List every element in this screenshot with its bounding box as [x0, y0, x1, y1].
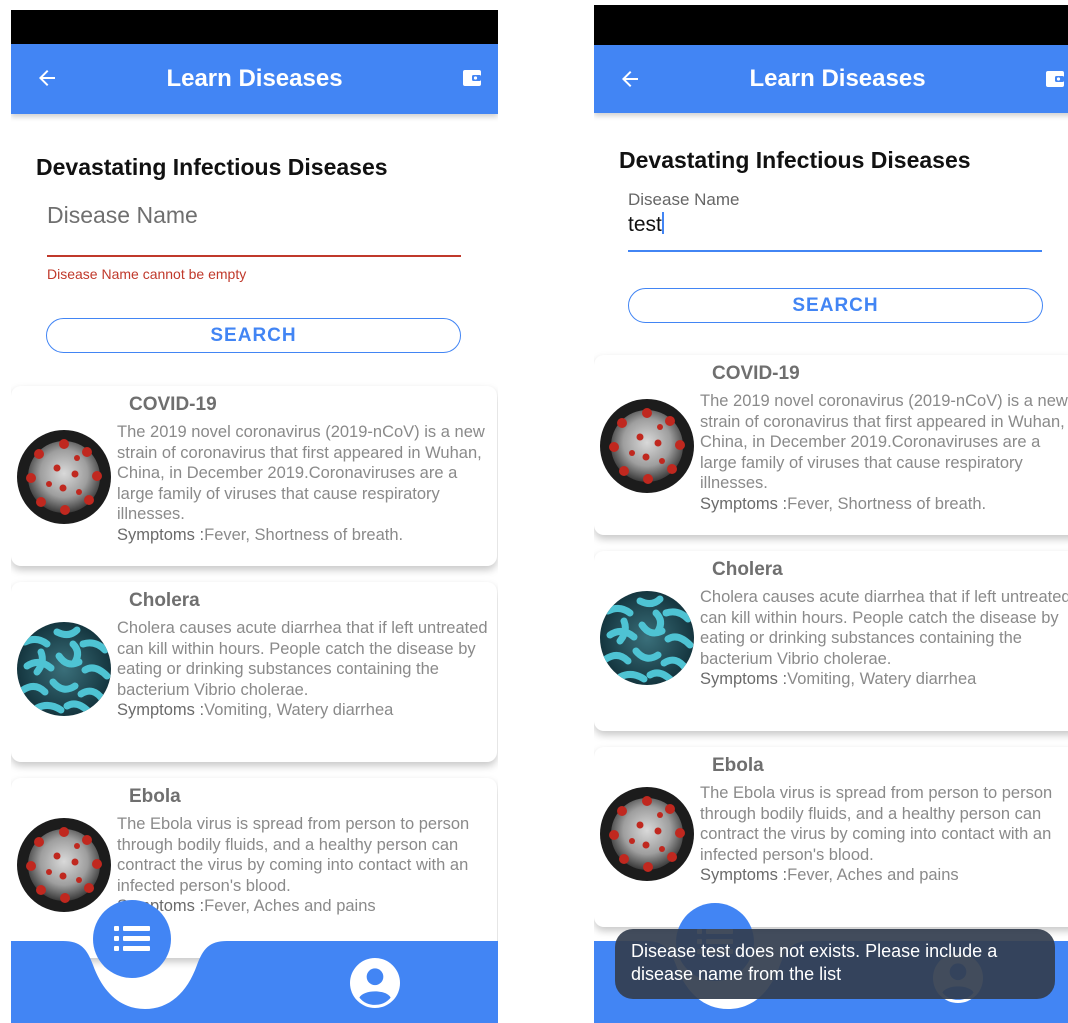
- coronavirus-image: [600, 787, 694, 881]
- list-icon: [114, 926, 150, 951]
- vibrio-bacteria-image: [600, 591, 694, 685]
- disease-description: The 2019 novel coronavirus (2019-nCoV) i…: [700, 391, 1068, 514]
- page-title: Learn Diseases: [749, 65, 926, 92]
- search-button[interactable]: SEARCH: [628, 288, 1043, 323]
- disease-card-covid[interactable]: COVID-19 The 2019 novel coronavirus (201…: [594, 355, 1068, 535]
- disease-name-input[interactable]: Disease Name test: [628, 190, 1042, 255]
- account-circle-icon[interactable]: [350, 958, 400, 1008]
- text-caret: [661, 212, 664, 234]
- disease-description: The Ebola virus is spread from person to…: [117, 814, 489, 917]
- coronavirus-image: [17, 818, 111, 912]
- section-heading: Devastating Infectious Diseases: [36, 154, 388, 180]
- disease-name: COVID-19: [129, 394, 217, 415]
- disease-name-input[interactable]: Disease Name: [47, 202, 461, 262]
- symptoms-text: Fever, Shortness of breath.: [787, 494, 987, 513]
- disease-description: The Ebola virus is spread from person to…: [700, 783, 1068, 886]
- phone-screen-empty-error: Learn Diseases Devastating Infectious Di…: [11, 10, 498, 1023]
- disease-card-covid[interactable]: COVID-19 The 2019 novel coronavirus (201…: [11, 386, 497, 566]
- description-text: Cholera causes acute diarrhea that if le…: [700, 588, 1068, 668]
- input-underline-error: [47, 255, 461, 257]
- symptoms-label: Symptoms :: [117, 701, 205, 719]
- disease-card-ebola[interactable]: Ebola The Ebola virus is spread from per…: [594, 747, 1068, 927]
- vibrio-bacteria-image: [17, 622, 111, 716]
- symptoms-label: Symptoms :: [117, 525, 205, 544]
- disease-card-ebola[interactable]: Ebola The Ebola virus is spread from per…: [11, 778, 497, 958]
- coronavirus-image: [17, 430, 111, 524]
- input-underline-focused: [628, 250, 1042, 252]
- disease-description: Cholera causes acute diarrhea that if le…: [700, 587, 1068, 690]
- disease-name-value: test: [628, 212, 1042, 237]
- description-text: The 2019 novel coronavirus (2019-nCoV) i…: [117, 423, 485, 523]
- toast-message: Disease test does not exists. Please inc…: [615, 929, 1055, 999]
- symptoms-text: Vomiting, Watery diarrhea: [787, 670, 977, 688]
- bottom-navigation-bar: [11, 941, 498, 1023]
- symptoms-text: Vomiting, Watery diarrhea: [204, 701, 394, 719]
- symptoms-label: Symptoms :: [700, 670, 788, 688]
- error-message: Disease Name cannot be empty: [47, 266, 247, 282]
- phone-screen-search-result: Learn Diseases Devastating Infectious Di…: [594, 5, 1068, 1023]
- disease-description: The 2019 novel coronavirus (2019-nCoV) i…: [117, 422, 489, 545]
- list-button[interactable]: [93, 900, 171, 978]
- disease-description: Cholera causes acute diarrhea that if le…: [117, 618, 489, 721]
- disease-name: Ebola: [129, 786, 181, 807]
- section-heading: Devastating Infectious Diseases: [619, 147, 971, 173]
- app-bar: Learn Diseases: [11, 44, 498, 114]
- disease-card-cholera[interactable]: Cholera Cholera causes acute diarrhea th…: [11, 582, 497, 762]
- coronavirus-image: [600, 399, 694, 493]
- description-text: Cholera causes acute diarrhea that if le…: [117, 619, 488, 699]
- disease-card-cholera[interactable]: Cholera Cholera causes acute diarrhea th…: [594, 551, 1068, 731]
- wallet-icon[interactable]: [1045, 69, 1065, 89]
- status-bar: [11, 10, 498, 44]
- disease-name: Ebola: [712, 755, 764, 776]
- description-text: The Ebola virus is spread from person to…: [700, 784, 1053, 864]
- disease-name: COVID-19: [712, 363, 800, 384]
- disease-name-placeholder: Disease Name: [47, 202, 198, 228]
- wallet-icon[interactable]: [462, 68, 482, 88]
- app-bar: Learn Diseases: [594, 45, 1068, 113]
- symptoms-text: Fever, Shortness of breath.: [204, 525, 404, 544]
- typed-text: test: [628, 213, 662, 236]
- disease-name: Cholera: [712, 559, 783, 580]
- symptoms-label: Symptoms :: [700, 866, 788, 884]
- description-text: The 2019 novel coronavirus (2019-nCoV) i…: [700, 392, 1068, 492]
- page-title: Learn Diseases: [166, 65, 343, 92]
- description-text: The Ebola virus is spread from person to…: [117, 815, 470, 895]
- symptoms-text: Fever, Aches and pains: [204, 897, 376, 915]
- status-bar: [594, 5, 1068, 45]
- disease-name: Cholera: [129, 590, 200, 611]
- symptoms-text: Fever, Aches and pains: [787, 866, 959, 884]
- symptoms-label: Symptoms :: [700, 494, 788, 513]
- disease-name-label: Disease Name: [628, 190, 740, 209]
- search-button[interactable]: SEARCH: [46, 318, 461, 353]
